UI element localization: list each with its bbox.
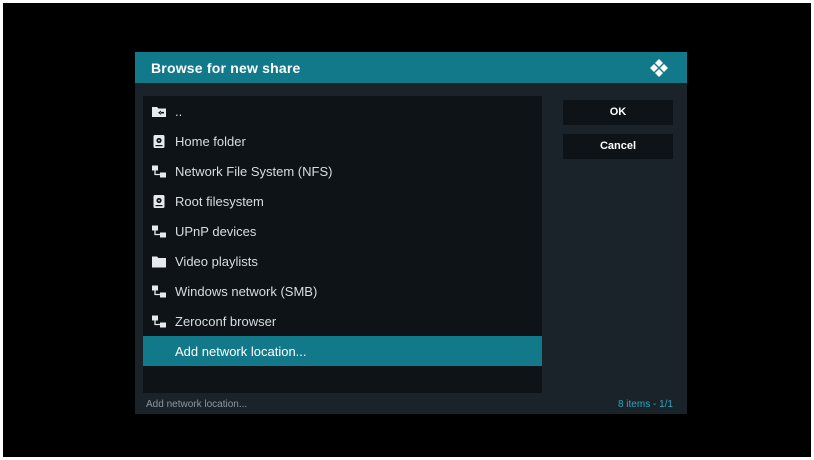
drive-icon	[153, 135, 165, 148]
dialog-header: Browse for new share	[135, 52, 687, 83]
items-count: 8 items - 1/1	[617, 399, 673, 410]
kodi-logo-icon	[650, 59, 668, 77]
browse-dialog: Browse for new share .. Home folder Netw…	[135, 52, 687, 414]
drive-icon	[153, 195, 165, 208]
folder-icon	[152, 256, 166, 268]
folder-back-icon	[152, 107, 166, 117]
list-item-label: UPnP devices	[175, 224, 257, 239]
cancel-button[interactable]: Cancel	[563, 134, 673, 159]
list-item-smb[interactable]: Windows network (SMB)	[143, 277, 542, 306]
list-item-label: Windows network (SMB)	[175, 284, 318, 299]
list-item-label: Home folder	[175, 134, 246, 149]
list-item-parent[interactable]: ..	[143, 97, 542, 126]
screen: Browse for new share .. Home folder Netw…	[3, 3, 811, 457]
list-item-label: Network File System (NFS)	[175, 164, 333, 179]
ok-button[interactable]: OK	[563, 100, 673, 125]
list-item-root-filesystem[interactable]: Root filesystem	[143, 187, 542, 216]
list-item-label: Zeroconf browser	[175, 314, 277, 329]
list-item-upnp[interactable]: UPnP devices	[143, 217, 542, 246]
list-item-home-folder[interactable]: Home folder	[143, 127, 542, 156]
network-icon	[152, 225, 166, 238]
network-icon	[152, 165, 166, 178]
file-list[interactable]: .. Home folder Network File System (NFS)	[143, 96, 542, 393]
list-item-nfs[interactable]: Network File System (NFS)	[143, 157, 542, 186]
list-item-add-network-location[interactable]: Add network location...	[143, 336, 542, 366]
list-item-video-playlists[interactable]: Video playlists	[143, 247, 542, 276]
list-item-label: Add network location...	[175, 344, 307, 359]
list-item-label: Video playlists	[175, 254, 258, 269]
footer-selected-label: Add network location...	[146, 399, 248, 410]
list-item-label: ..	[175, 104, 183, 119]
dialog-title: Browse for new share	[151, 60, 301, 76]
network-icon	[152, 285, 166, 298]
list-item-zeroconf[interactable]: Zeroconf browser	[143, 307, 542, 336]
network-icon	[152, 315, 166, 328]
list-item-label: Root filesystem	[175, 194, 264, 209]
